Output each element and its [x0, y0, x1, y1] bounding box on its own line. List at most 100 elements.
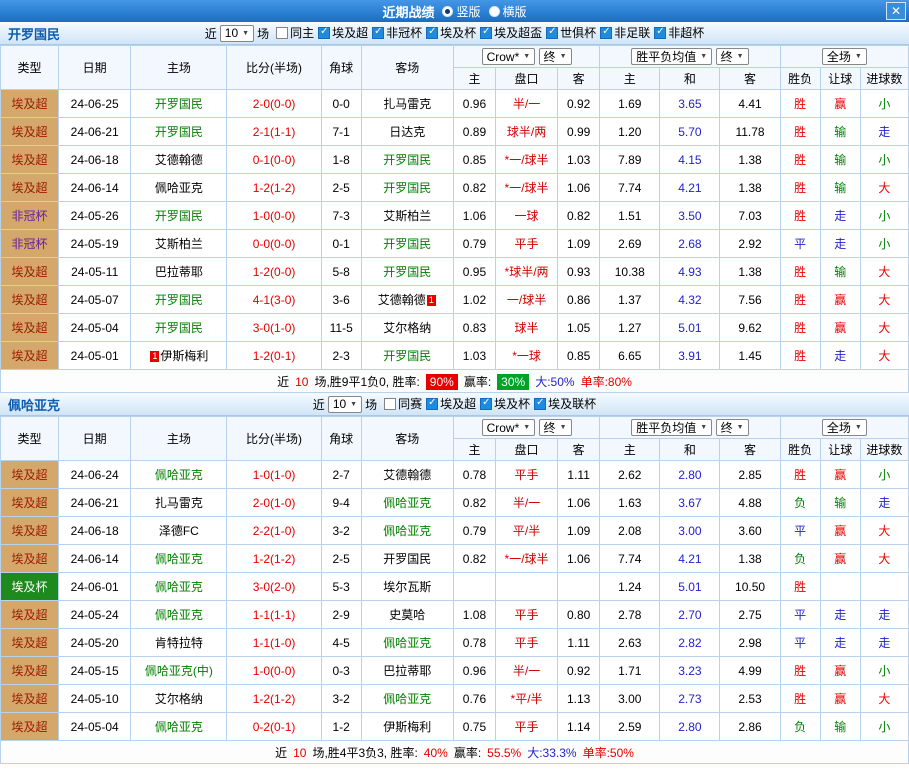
euro-away-odds: 2.75 — [719, 600, 781, 629]
match-scope-select[interactable]: 全场 — [821, 48, 867, 65]
team-name-text: 开罗国民 — [154, 125, 203, 139]
match-score: 1-2(0-0) — [226, 257, 322, 286]
final-odds-select[interactable]: 终 — [538, 47, 572, 65]
final-odds-select[interactable]: 终 — [715, 419, 749, 436]
odds-company-select[interactable]: Crow* — [481, 48, 536, 66]
checkbox-checked-icon[interactable] — [372, 26, 385, 39]
checkbox-checked-icon[interactable] — [600, 26, 613, 39]
checkbox-checked-icon[interactable] — [426, 397, 439, 410]
summary-segment: 单率:50% — [582, 745, 634, 760]
euro-draw-odds: 4.21 — [659, 173, 721, 202]
checkbox-checked-icon[interactable] — [534, 397, 547, 410]
handicap-value: *一/球半 — [494, 544, 559, 573]
home-team: 扎马雷克 — [130, 488, 228, 517]
asian-home-odds: 0.78 — [452, 628, 496, 657]
home-team: 佩哈亚克(中) — [130, 656, 228, 685]
team-section-header: 佩哈亚克 近 10 场 同赛 埃及超 埃及杯 埃及联杯 — [0, 393, 909, 416]
match-date: 24-06-14 — [58, 173, 132, 202]
corner-score: 2-5 — [320, 173, 362, 202]
match-date: 24-05-07 — [58, 285, 132, 314]
league-filter[interactable]: 埃及超盃 — [480, 24, 542, 41]
col-date-header: 日期 — [58, 45, 132, 90]
match-type: 埃及超 — [0, 656, 60, 685]
result-cell: 胜 — [779, 313, 821, 342]
col-type-header: 类型 — [0, 45, 60, 90]
goals-result-cell: 走 — [859, 628, 909, 657]
checkbox-checked-icon[interactable] — [480, 26, 493, 39]
euro-draw-header: 和 — [659, 67, 721, 90]
asian-away-odds: 0.82 — [557, 201, 601, 230]
checkbox-unchecked-icon[interactable] — [276, 26, 289, 39]
goals-result-cell — [859, 572, 909, 601]
corner-score: 3-2 — [320, 516, 362, 545]
radio-selected-icon[interactable] — [442, 5, 454, 17]
league-filter[interactable]: 同主 — [276, 24, 314, 41]
corner-score: 7-1 — [320, 117, 362, 146]
team-name-text: 巴拉蒂耶 — [383, 664, 432, 678]
match-score: 1-2(1-2) — [226, 684, 322, 713]
table-row: 埃及超 24-05-04 佩哈亚克 0-2(0-1) 1-2 伊斯梅利 0.75 平手 1.14… — [0, 712, 909, 741]
league-filter[interactable]: 埃及超 — [318, 24, 368, 41]
goals-result-cell: 小 — [859, 89, 909, 118]
euro-draw-odds: 3.67 — [659, 488, 721, 517]
horizontal-layout-radio[interactable]: 横版 — [488, 3, 527, 20]
checkbox-checked-icon[interactable] — [426, 26, 439, 39]
checkbox-checked-icon[interactable] — [546, 26, 559, 39]
corner-score: 5-3 — [320, 572, 362, 601]
match-type: 埃及超 — [0, 488, 60, 517]
match-scope-select[interactable]: 全场 — [821, 419, 867, 436]
euro-away-odds: 1.38 — [719, 544, 781, 573]
league-filter[interactable]: 非足联 — [600, 24, 650, 41]
team-name-text: 史莫哈 — [389, 608, 426, 622]
league-filter[interactable]: 世俱杯 — [546, 24, 596, 41]
table-row: 埃及超 24-05-24 佩哈亚克 1-1(1-1) 2-9 史莫哈 1.08 平手 0.80 2… — [0, 600, 909, 629]
table-row: 埃及超 24-06-14 佩哈亚克 1-2(1-2) 2-5 开罗国民 0.82 *一/球半 1… — [0, 173, 909, 202]
euro-odds-select[interactable]: 胜平负均值 — [631, 48, 713, 65]
match-date: 24-06-21 — [58, 117, 132, 146]
league-filter[interactable]: 埃及杯 — [426, 24, 476, 41]
checkbox-checked-icon[interactable] — [654, 26, 667, 39]
odds-company-select[interactable]: Crow* — [481, 419, 536, 437]
vertical-layout-radio[interactable]: 竖版 — [442, 3, 481, 20]
team-name-text: 开罗国民 — [154, 97, 203, 111]
euro-away-odds: 4.88 — [719, 488, 781, 517]
checkbox-checked-icon[interactable] — [480, 397, 493, 410]
checkbox-unchecked-icon[interactable] — [384, 397, 397, 410]
euro-away-odds: 2.53 — [719, 684, 781, 713]
euro-odds-select[interactable]: 胜平负均值 — [631, 419, 713, 436]
league-filter[interactable]: 非冠杯 — [372, 24, 422, 41]
euro-draw-odds: 2.80 — [659, 712, 721, 741]
summary-segment: 赢率: — [453, 745, 482, 760]
team-name-text: 埃尔瓦斯 — [383, 580, 432, 594]
asian-away-odds: 1.09 — [557, 516, 601, 545]
match-type: 埃及超 — [0, 117, 60, 146]
final-odds-select[interactable]: 终 — [538, 418, 572, 436]
recent-count-select[interactable]: 10 — [219, 24, 255, 42]
home-team: 佩哈亚克 — [130, 173, 228, 202]
result-cell: 胜 — [779, 656, 821, 685]
corner-score: 3-6 — [320, 285, 362, 314]
final-odds-select[interactable]: 终 — [715, 48, 749, 65]
asian-odds-group-header: Crow* 终 — [452, 45, 601, 68]
league-filter[interactable]: 埃及联杯 — [534, 395, 596, 412]
league-filter[interactable]: 同赛 — [384, 395, 422, 412]
close-icon[interactable]: ✕ — [886, 2, 906, 20]
handicap-value: *一球 — [494, 341, 559, 370]
asian-away-odds: 1.11 — [557, 460, 601, 489]
league-filter[interactable]: 埃及超 — [426, 395, 476, 412]
team-name-text: 佩哈亚克 — [154, 468, 203, 482]
result-cell: 胜 — [779, 173, 821, 202]
league-filter[interactable]: 埃及杯 — [480, 395, 530, 412]
match-score: 2-0(0-0) — [226, 89, 322, 118]
asian-away-odds: 1.06 — [557, 544, 601, 573]
league-filter[interactable]: 非超杯 — [654, 24, 704, 41]
asian-home-odds: 0.79 — [452, 229, 496, 258]
asian-away-odds — [557, 572, 601, 601]
checkbox-checked-icon[interactable] — [318, 26, 331, 39]
match-date: 24-05-24 — [58, 600, 132, 629]
corner-score: 3-2 — [320, 684, 362, 713]
recent-count-select[interactable]: 10 — [327, 395, 363, 413]
asian-home-odds: 0.96 — [452, 656, 496, 685]
radio-unselected-icon[interactable] — [488, 5, 500, 17]
goals-result-cell: 大 — [859, 341, 909, 370]
